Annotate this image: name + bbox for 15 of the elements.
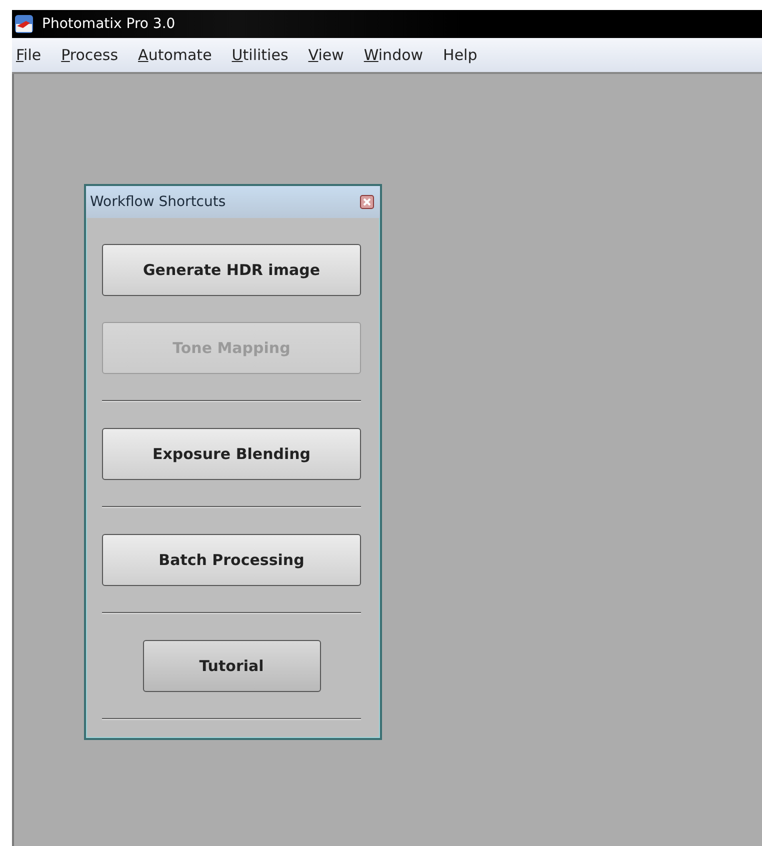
shortcut-button[interactable]: Batch Processing — [102, 534, 361, 586]
menu-item[interactable]: Window — [356, 42, 432, 68]
panel-title: Workflow Shortcuts — [90, 194, 226, 210]
menu-item[interactable]: View — [300, 42, 352, 68]
menu-item[interactable]: Process — [53, 42, 126, 68]
app-icon — [14, 14, 34, 34]
window-title: Photomatix Pro 3.0 — [42, 16, 176, 32]
shortcut-button[interactable]: Generate HDR image — [102, 244, 361, 296]
menu-item[interactable]: File — [12, 42, 50, 68]
menu-item[interactable]: Automate — [130, 42, 220, 68]
shortcut-button[interactable]: Tutorial — [142, 640, 320, 692]
menu-item[interactable]: Utilities — [224, 42, 296, 68]
menu-item[interactable]: Help — [435, 42, 486, 68]
shortcut-button[interactable]: Exposure Blending — [102, 428, 361, 480]
close-icon[interactable] — [360, 195, 374, 209]
